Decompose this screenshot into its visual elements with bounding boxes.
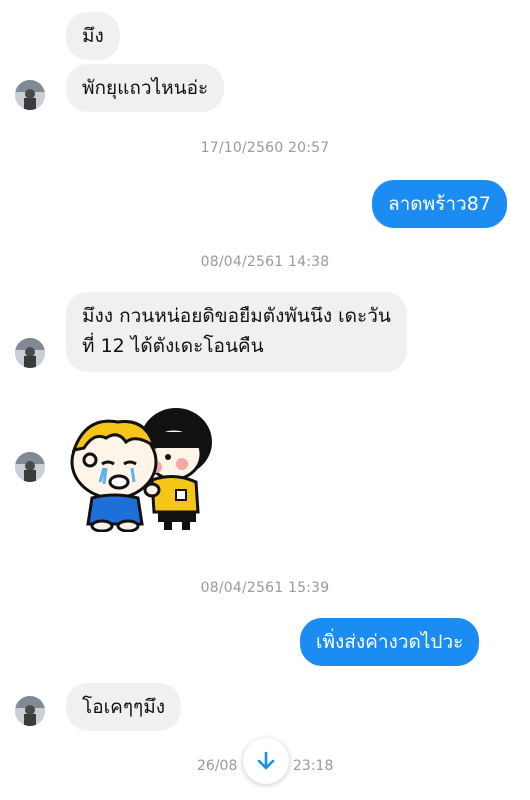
message-text: เพิ่งส่งค่างวดไปวะ xyxy=(316,631,464,653)
sticker-image xyxy=(70,408,212,533)
avatar-image xyxy=(15,338,45,368)
contact-avatar[interactable] xyxy=(15,696,45,726)
timestamp-date: 26/08 xyxy=(197,758,238,774)
timestamp: 08/04/2561 14:38 xyxy=(200,254,330,270)
avatar-image xyxy=(15,80,45,110)
arrow-down-icon xyxy=(257,751,275,770)
timestamp: 17/10/2560 20:57 xyxy=(200,140,330,156)
avatar-image xyxy=(15,696,45,726)
crying-kids-sticker[interactable] xyxy=(66,402,226,533)
message-bubble[interactable]: มึงง กวนหน่อยดิขอยืมตังพันนึง เดะวัน ที่… xyxy=(66,292,407,372)
timestamp: 26/08 xyxy=(197,758,237,774)
message-text-line: มึงง กวนหน่อยดิขอยืมตังพันนึง เดะวัน xyxy=(82,305,391,327)
timestamp: 08/04/2561 15:39 xyxy=(200,580,330,596)
message-bubble[interactable]: มึง xyxy=(66,12,120,60)
message-text: มึง xyxy=(82,25,104,47)
message-bubble[interactable]: พักยุแถวไหนอ่ะ xyxy=(66,64,225,112)
message-bubble[interactable]: เพิ่งส่งค่างวดไปวะ xyxy=(300,618,480,666)
scroll-to-bottom-button[interactable] xyxy=(243,738,289,784)
message-text-line: ที่ 12 ได้ตังเดะโอนคืน xyxy=(82,335,264,357)
message-bubble[interactable]: โอเคๆๆมึง xyxy=(66,683,182,731)
timestamp-time: 23:18 xyxy=(293,758,334,774)
message-text: โอเคๆๆมึง xyxy=(82,696,166,718)
contact-avatar[interactable] xyxy=(15,452,45,482)
contact-avatar[interactable] xyxy=(15,80,45,110)
message-bubble[interactable]: ลาดพร้าว87 xyxy=(372,180,507,228)
message-text: พักยุแถวไหนอ่ะ xyxy=(82,77,209,99)
message-text: ลาดพร้าว87 xyxy=(388,193,491,215)
avatar-image xyxy=(15,452,45,482)
contact-avatar[interactable] xyxy=(15,338,45,368)
